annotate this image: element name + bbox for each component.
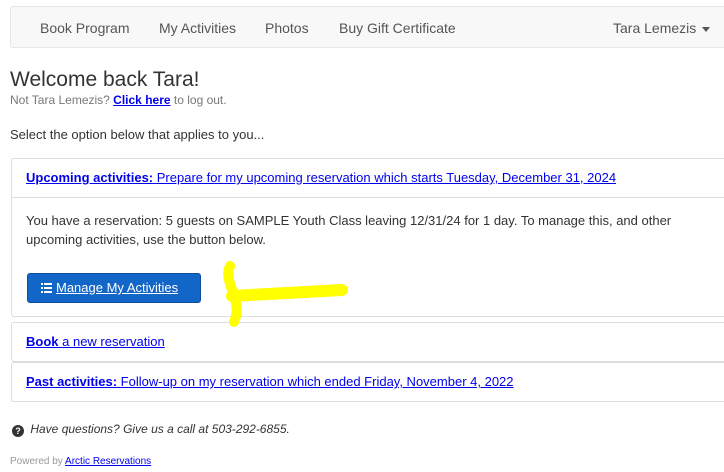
footer-powered-by: Powered by Arctic Reservations: [10, 456, 151, 467]
book-new-reservation-link[interactable]: Book a new reservation: [12, 323, 724, 361]
nav-buy-gift-certificate[interactable]: Buy Gift Certificate: [339, 7, 456, 49]
upcoming-panel-body: You have a reservation: 5 guests on SAMP…: [12, 197, 724, 316]
manage-button-label: Manage My Activities: [56, 280, 179, 295]
logout-suffix-text: to log out.: [173, 93, 227, 107]
user-menu-label: Tara Lemezis: [613, 20, 697, 36]
select-prompt: Select the option below that applies to …: [10, 127, 265, 142]
not-user-text: Not Tara Lemezis?: [10, 93, 110, 107]
help-line: ? Have questions? Give us a call at 503-…: [12, 422, 290, 437]
question-circle-icon: ?: [12, 425, 24, 437]
past-activities-panel: Past activities: Follow-up on my reserva…: [11, 362, 724, 402]
reservation-summary-line1: You have a reservation: 5 guests on SAMP…: [26, 213, 672, 228]
past-activities-link[interactable]: Past activities: Follow-up on my reserva…: [12, 363, 724, 401]
caret-down-icon: [702, 26, 711, 32]
past-heading-strong: Past activities:: [26, 374, 118, 389]
book-panel: Book a new reservation: [11, 322, 724, 362]
nav-book-program[interactable]: Book Program: [40, 7, 129, 49]
upcoming-heading-text: Prepare for my upcoming reservation whic…: [156, 170, 617, 185]
welcome-heading: Welcome back Tara!: [10, 68, 200, 91]
logout-line: Not Tara Lemezis? Click here to log out.: [10, 93, 227, 107]
powered-by-prefix: Powered by: [10, 456, 63, 467]
list-icon: [41, 283, 52, 293]
nav-photos[interactable]: Photos: [265, 7, 309, 49]
logout-link[interactable]: Click here: [113, 93, 170, 107]
help-text: Have questions? Give us a call at 503-29…: [30, 422, 290, 436]
book-text: a new reservation: [62, 334, 165, 349]
reservation-summary-line2: upcoming activities, use the button belo…: [26, 232, 266, 247]
upcoming-activities-panel: Upcoming activities: Prepare for my upco…: [11, 158, 724, 317]
yellow-arrow-annotation: [223, 261, 348, 327]
manage-my-activities-button[interactable]: Manage My Activities: [27, 273, 201, 303]
book-strong: Book: [26, 334, 59, 349]
upcoming-activities-link[interactable]: Upcoming activities: Prepare for my upco…: [12, 159, 724, 197]
nav-my-activities[interactable]: My Activities: [159, 7, 236, 49]
arctic-reservations-link[interactable]: Arctic Reservations: [65, 456, 151, 467]
user-menu-dropdown[interactable]: Tara Lemezis: [613, 7, 711, 49]
past-heading-text: Follow-up on my reservation which ended …: [120, 374, 514, 389]
top-navbar: Book Program My Activities Photos Buy Gi…: [10, 6, 724, 48]
upcoming-heading-strong: Upcoming activities:: [26, 170, 154, 185]
